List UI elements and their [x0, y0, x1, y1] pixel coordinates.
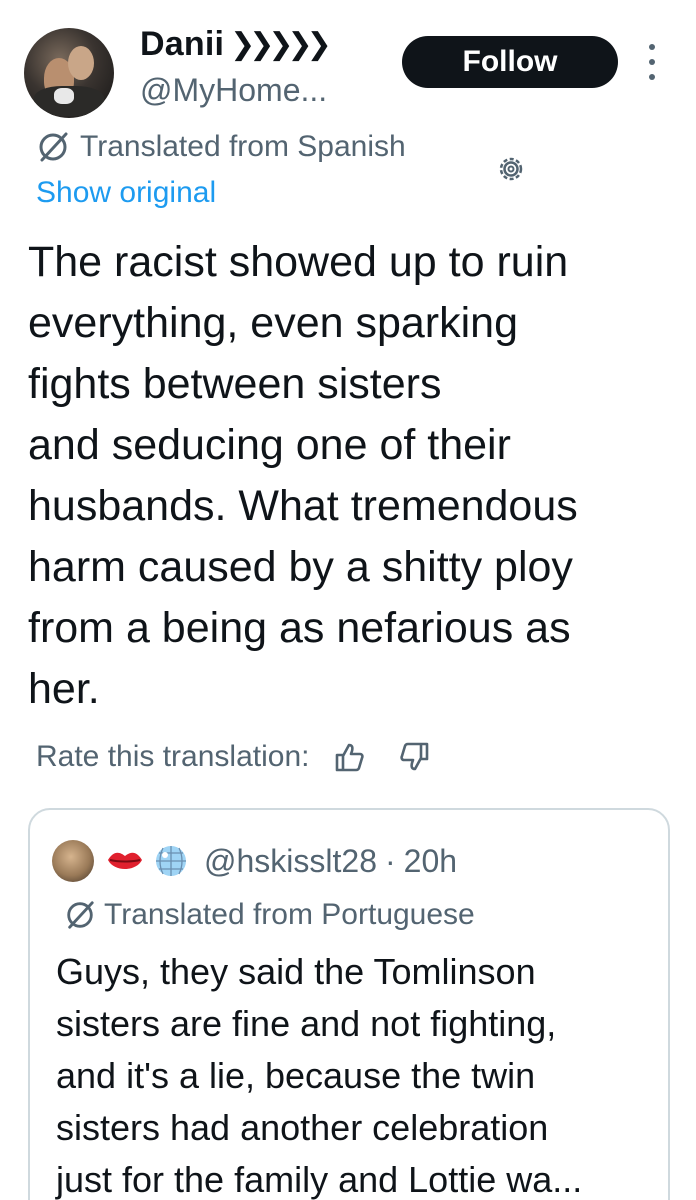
quoted-tweet-text: Guys, they said the Tomlinson sisters ar…: [56, 951, 583, 1200]
author-name-row[interactable]: Danii ❯❯❯❯❯: [140, 22, 332, 66]
quoted-tweet-card[interactable]: @hskisslt28 · 20h Translated from Portug…: [28, 808, 670, 1200]
disco-ball-icon: [156, 846, 186, 876]
translate-icon: [67, 901, 94, 929]
tweet-text: The racist showed up to ruin everything,…: [28, 238, 578, 713]
gear-icon[interactable]: [496, 154, 526, 184]
more-icon[interactable]: [646, 44, 658, 80]
follow-button[interactable]: Follow: [402, 36, 618, 88]
translation-label: Translated from Spanish: [36, 130, 406, 164]
quoted-timestamp[interactable]: 20h: [404, 843, 457, 880]
translate-icon: [39, 132, 68, 162]
author-display-name[interactable]: Danii: [140, 25, 224, 64]
quoted-translation-label-text: Translated from Portuguese: [104, 898, 475, 931]
quoted-tweet-header: @hskisslt28 · 20h: [52, 840, 457, 882]
author-handle[interactable]: @MyHome...: [140, 72, 327, 109]
lips-icon: [108, 852, 142, 869]
quoted-author-avatar[interactable]: [52, 840, 94, 882]
quoted-translation-label: Translated from Portuguese: [64, 898, 475, 932]
quoted-separator: ·: [384, 842, 396, 879]
author-name-suffix: ❯❯❯❯❯: [230, 27, 332, 61]
thumbs-up-icon[interactable]: [333, 741, 365, 773]
translation-label-text: Translated from Spanish: [80, 130, 406, 163]
rate-translation-label: Rate this translation:: [36, 740, 310, 773]
author-avatar[interactable]: [24, 28, 114, 118]
show-original-link[interactable]: Show original: [36, 176, 216, 210]
quoted-author-handle[interactable]: @hskisslt28: [204, 843, 377, 880]
thumbs-down-icon[interactable]: [399, 741, 431, 773]
rate-translation-row: Rate this translation:: [36, 740, 431, 774]
